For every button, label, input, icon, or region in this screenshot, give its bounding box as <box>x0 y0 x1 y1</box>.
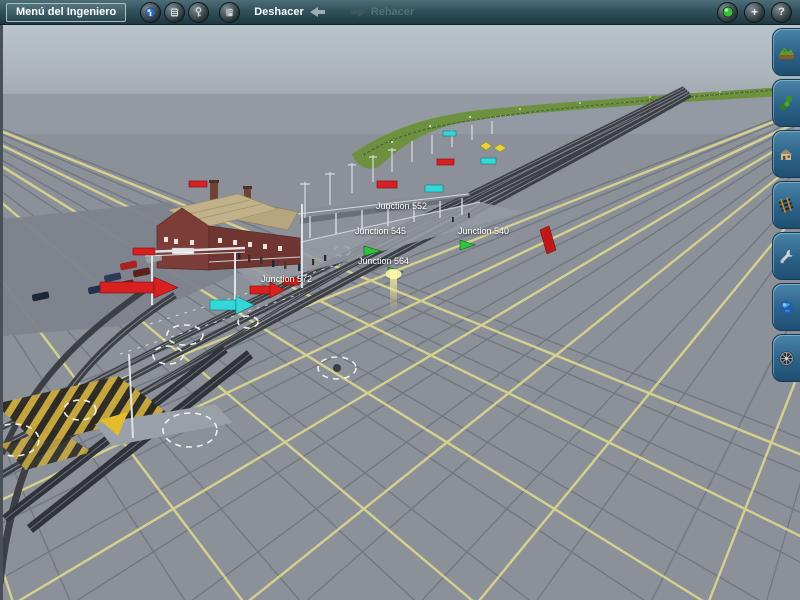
tab-tools[interactable] <box>772 232 800 280</box>
compass-orb-icon[interactable] <box>140 2 161 23</box>
track-icon <box>777 196 796 215</box>
tool-sidebar <box>770 28 800 385</box>
top-toolbar: Menú del Ingeniero Deshacer <box>0 0 800 25</box>
tab-topology[interactable] <box>772 28 800 76</box>
terrain-ground[interactable] <box>3 94 800 600</box>
spline-point[interactable] <box>333 364 341 372</box>
surveyor-scene[interactable] <box>3 24 800 600</box>
tab-paint[interactable] <box>772 79 800 127</box>
chimney <box>210 182 218 200</box>
redo-arrow-icon <box>349 6 367 18</box>
plus-icon[interactable]: + <box>744 2 765 23</box>
undo-arrow-icon[interactable] <box>309 6 327 18</box>
tab-world[interactable] <box>772 283 800 331</box>
junction-label: Junction 552 <box>376 201 427 211</box>
globe-icon <box>777 298 796 317</box>
redo-label: Rehacer <box>371 6 414 18</box>
book-icon[interactable] <box>219 2 240 23</box>
tree-icon <box>777 94 796 113</box>
building-icon <box>777 145 796 164</box>
terrain-icon <box>777 43 796 62</box>
tab-trains[interactable] <box>772 334 800 382</box>
junction-label: Junction 540 <box>458 226 509 236</box>
tab-track[interactable] <box>772 181 800 229</box>
key-icon[interactable] <box>188 2 209 23</box>
junction-label: Junction 545 <box>355 226 406 236</box>
help-icon[interactable]: ? <box>771 2 792 23</box>
toolbar-button-group <box>140 2 209 23</box>
junction-label: Junction 564 <box>358 256 409 266</box>
notepad-icon[interactable] <box>164 2 185 23</box>
undo-label[interactable]: Deshacer <box>254 6 304 18</box>
engineer-menu-button[interactable]: Menú del Ingeniero <box>6 3 126 22</box>
tab-objects[interactable] <box>772 130 800 178</box>
wheel-icon <box>777 349 796 368</box>
world-viewport[interactable]: Junction 552 Junction 545 Junction 540 J… <box>0 24 800 600</box>
wrench-icon <box>777 247 796 266</box>
junction-label: Junction 572 <box>261 274 312 284</box>
status-orb-icon[interactable] <box>717 2 738 23</box>
